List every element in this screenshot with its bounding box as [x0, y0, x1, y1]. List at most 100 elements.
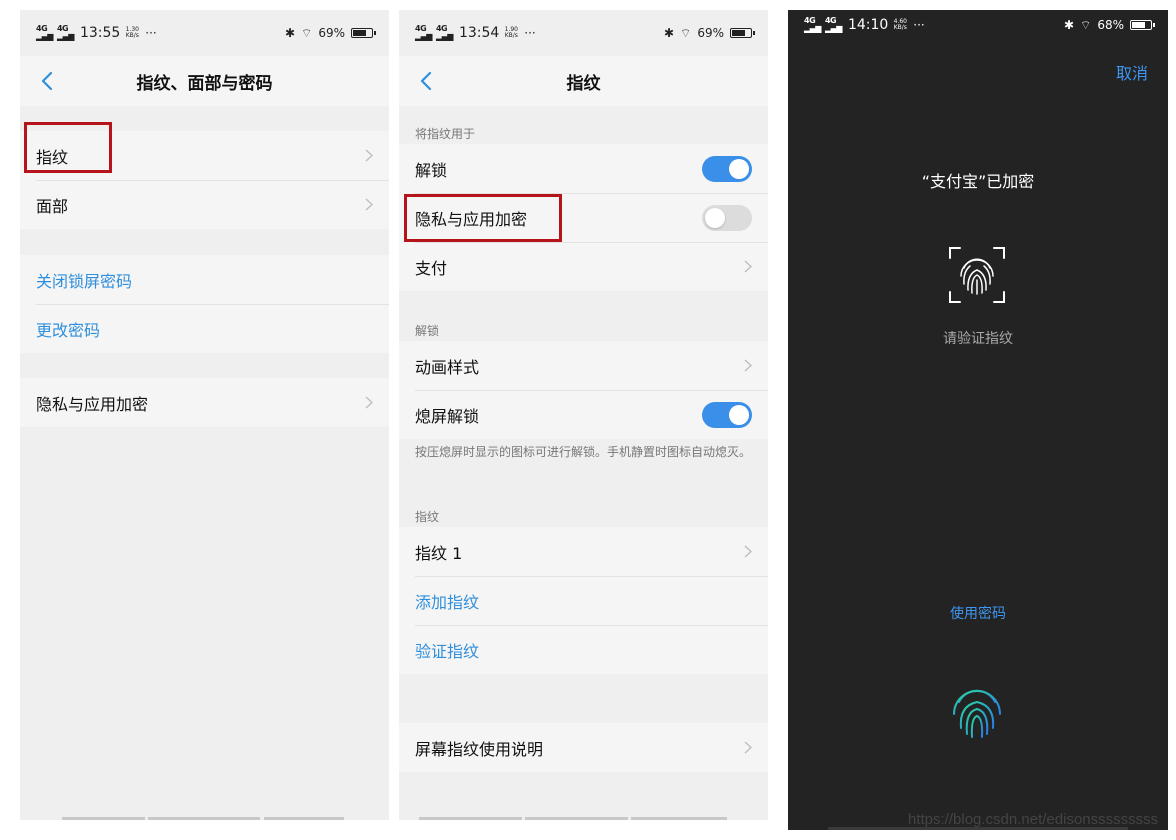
row-face[interactable]: 面部 — [20, 180, 389, 229]
row-disable-lock-password[interactable]: 关闭锁屏密码 — [20, 255, 389, 304]
cancel-button[interactable]: 取消 — [1116, 60, 1148, 84]
chevron-right-icon — [365, 396, 373, 409]
nav-indicator — [525, 817, 628, 820]
section-label-use-for: 将指纹用于 — [415, 127, 476, 141]
more-dots: ··· — [524, 26, 536, 40]
page-title: 指纹、面部与密码 — [136, 73, 273, 94]
back-arrow-icon[interactable] — [417, 70, 437, 92]
more-dots: ··· — [913, 18, 925, 32]
row-label: 更改密码 — [36, 320, 101, 340]
status-bar: 4G ▂▄▆ 4G ▂▄▆ 13:55 1.30 KB/s ··· ✱ ⌔ 69% — [20, 10, 389, 56]
chevron-right-icon — [365, 198, 373, 211]
bluetooth-icon: ✱ — [1063, 18, 1075, 32]
password-group: 关闭锁屏密码 更改密码 — [20, 255, 389, 353]
row-unlock: 解锁 — [399, 144, 768, 193]
back-arrow-icon[interactable] — [38, 70, 58, 92]
more-dots: ··· — [145, 26, 157, 40]
signal-icon: 4G ▂▄▆ — [36, 24, 53, 41]
row-privacy-app-encryption[interactable]: 隐私与应用加密 — [20, 378, 389, 427]
section-label-unlock: 解锁 — [415, 324, 440, 338]
battery-icon — [730, 28, 755, 38]
toggle-knob — [729, 159, 749, 179]
use-password-button[interactable]: 使用密码 — [788, 603, 1168, 623]
signal-icon-2: 4G ▂▄▆ — [824, 16, 842, 33]
battery-icon — [351, 28, 376, 38]
row-label: 指纹 1 — [415, 543, 463, 563]
unlock-group: 动画样式 熄屏解锁 — [399, 341, 768, 439]
screen-off-note: 按压熄屏时显示的图标可进行解锁。手机静置时图标自动熄灭。 — [415, 445, 752, 459]
row-label: 动画样式 — [415, 357, 480, 377]
row-screen-fingerprint-instructions[interactable]: 屏幕指纹使用说明 — [399, 723, 768, 772]
network-speed: 1.30 KB/s — [125, 26, 139, 39]
nav-bar: 指纹 — [399, 56, 768, 106]
nav-indicator — [148, 817, 260, 820]
locked-app-title: “支付宝”已加密 — [921, 172, 1035, 191]
status-time: 13:54 — [458, 25, 500, 41]
row-fingerprint[interactable]: 指纹 — [20, 131, 389, 180]
section-label-fingerprint: 指纹 — [415, 510, 440, 524]
row-payment[interactable]: 支付 — [399, 242, 768, 291]
signal-icon-2: 4G ▂▄▆ — [56, 24, 74, 41]
status-time: 13:55 — [79, 25, 121, 41]
use-for-group: 解锁 隐私与应用加密 支付 — [399, 144, 768, 291]
network-speed: 1.90 KB/s — [504, 26, 518, 39]
row-verify-fingerprint[interactable]: 验证指纹 — [399, 625, 768, 674]
battery-percent: 69% — [318, 26, 345, 40]
row-label: 熄屏解锁 — [415, 406, 480, 426]
toggle-knob — [705, 208, 725, 228]
row-label: 关闭锁屏密码 — [36, 271, 133, 291]
page-title: 指纹 — [566, 73, 601, 94]
wifi-icon: ⌔ — [680, 25, 692, 40]
status-bar: 4G ▂▄▆ 4G ▂▄▆ 13:54 1.90 KB/s ··· ✱ ⌔ 69% — [399, 10, 768, 56]
biometric-group: 指纹 面部 — [20, 131, 389, 229]
battery-percent: 69% — [697, 26, 724, 40]
row-add-fingerprint[interactable]: 添加指纹 — [399, 576, 768, 625]
network-speed: 4.60 KB/s — [893, 18, 907, 31]
nav-indicator — [62, 817, 145, 820]
chevron-right-icon — [744, 545, 752, 558]
chevron-right-icon — [744, 741, 752, 754]
row-label: 解锁 — [415, 160, 448, 180]
fingerprint-group: 指纹 1 添加指纹 验证指纹 — [399, 527, 768, 674]
chevron-right-icon — [744, 359, 752, 372]
fingerprint-sensor-icon[interactable] — [947, 682, 1007, 742]
row-label: 屏幕指纹使用说明 — [415, 739, 544, 759]
row-label: 面部 — [36, 196, 69, 216]
wifi-icon: ⌔ — [301, 25, 313, 40]
nav-bar: 指纹、面部与密码 — [20, 56, 389, 106]
battery-percent: 68% — [1097, 18, 1124, 32]
screen-off-unlock-toggle[interactable] — [702, 402, 752, 428]
signal-icon: 4G ▂▄▆ — [804, 16, 821, 33]
status-bar: 4G ▂▄▆ 4G ▂▄▆ 14:10 4.60 KB/s ··· ✱ ⌔ 68% — [788, 10, 1168, 40]
row-label: 验证指纹 — [415, 641, 480, 661]
watermark: https://blog.csdn.net/edisonsssssssss — [908, 811, 1159, 828]
bluetooth-icon: ✱ — [284, 26, 296, 40]
row-animation-style[interactable]: 动画样式 — [399, 341, 768, 390]
row-screen-off-unlock: 熄屏解锁 — [399, 390, 768, 439]
row-label: 隐私与应用加密 — [36, 394, 149, 414]
verify-fingerprint-prompt: 请验证指纹 — [943, 331, 1013, 347]
unlock-toggle[interactable] — [702, 156, 752, 182]
signal-icon-2: 4G ▂▄▆ — [435, 24, 453, 41]
instructions-group: 屏幕指纹使用说明 — [399, 723, 768, 772]
bluetooth-icon: ✱ — [663, 26, 675, 40]
row-label: 指纹 — [36, 147, 69, 167]
fingerprint-icon — [949, 247, 1005, 303]
row-change-password[interactable]: 更改密码 — [20, 304, 389, 353]
chevron-right-icon — [744, 260, 752, 273]
battery-icon — [1130, 20, 1155, 30]
row-label: 支付 — [415, 258, 448, 278]
nav-indicator — [264, 817, 344, 820]
status-time: 14:10 — [847, 17, 889, 33]
row-label: 添加指纹 — [415, 592, 480, 612]
screen-fingerprint-face-password: 4G ▂▄▆ 4G ▂▄▆ 13:55 1.30 KB/s ··· ✱ ⌔ 69% 指… — [20, 10, 389, 820]
wifi-icon: ⌔ — [1080, 17, 1092, 32]
signal-icon: 4G ▂▄▆ — [415, 24, 432, 41]
screen-fingerprint: 4G ▂▄▆ 4G ▂▄▆ 13:54 1.90 KB/s ··· ✱ ⌔ 69% 指… — [399, 10, 768, 820]
privacy-toggle[interactable] — [702, 205, 752, 231]
nav-indicator — [419, 817, 522, 820]
chevron-right-icon — [365, 149, 373, 162]
row-privacy-app-encryption: 隐私与应用加密 — [399, 193, 768, 242]
row-fingerprint-1[interactable]: 指纹 1 — [399, 527, 768, 576]
privacy-group: 隐私与应用加密 — [20, 378, 389, 427]
